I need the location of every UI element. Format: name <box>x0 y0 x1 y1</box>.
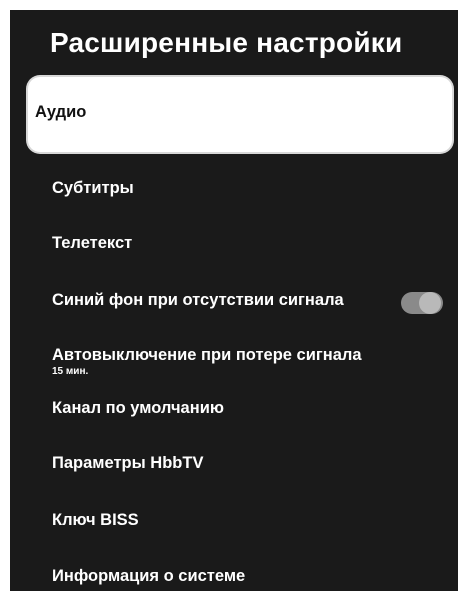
menu-item-blue-background[interactable]: Синий фон при отсутствии сигнала <box>52 291 344 310</box>
menu-item-biss-key[interactable]: Ключ BISS <box>52 511 139 530</box>
page-title: Расширенные настройки <box>50 27 403 58</box>
auto-off-value: 15 мин. <box>52 366 89 377</box>
menu-item-system-info[interactable]: Информация о системе <box>52 567 245 586</box>
menu-item-default-channel[interactable]: Канал по умолчанию <box>52 399 224 418</box>
menu-item-teletext[interactable]: Телетекст <box>52 234 132 253</box>
menu-item-audio[interactable]: Аудио <box>28 77 452 152</box>
menu-item-label: Аудио <box>35 103 87 121</box>
toggle-switch-icon[interactable] <box>401 292 443 314</box>
menu-item-hbbtv-settings[interactable]: Параметры HbbTV <box>52 454 203 473</box>
menu-item-auto-off[interactable]: Автовыключение при потере сигнала <box>52 346 362 365</box>
toggle-knob <box>419 292 441 314</box>
menu-item-subtitles[interactable]: Субтитры <box>52 179 134 198</box>
